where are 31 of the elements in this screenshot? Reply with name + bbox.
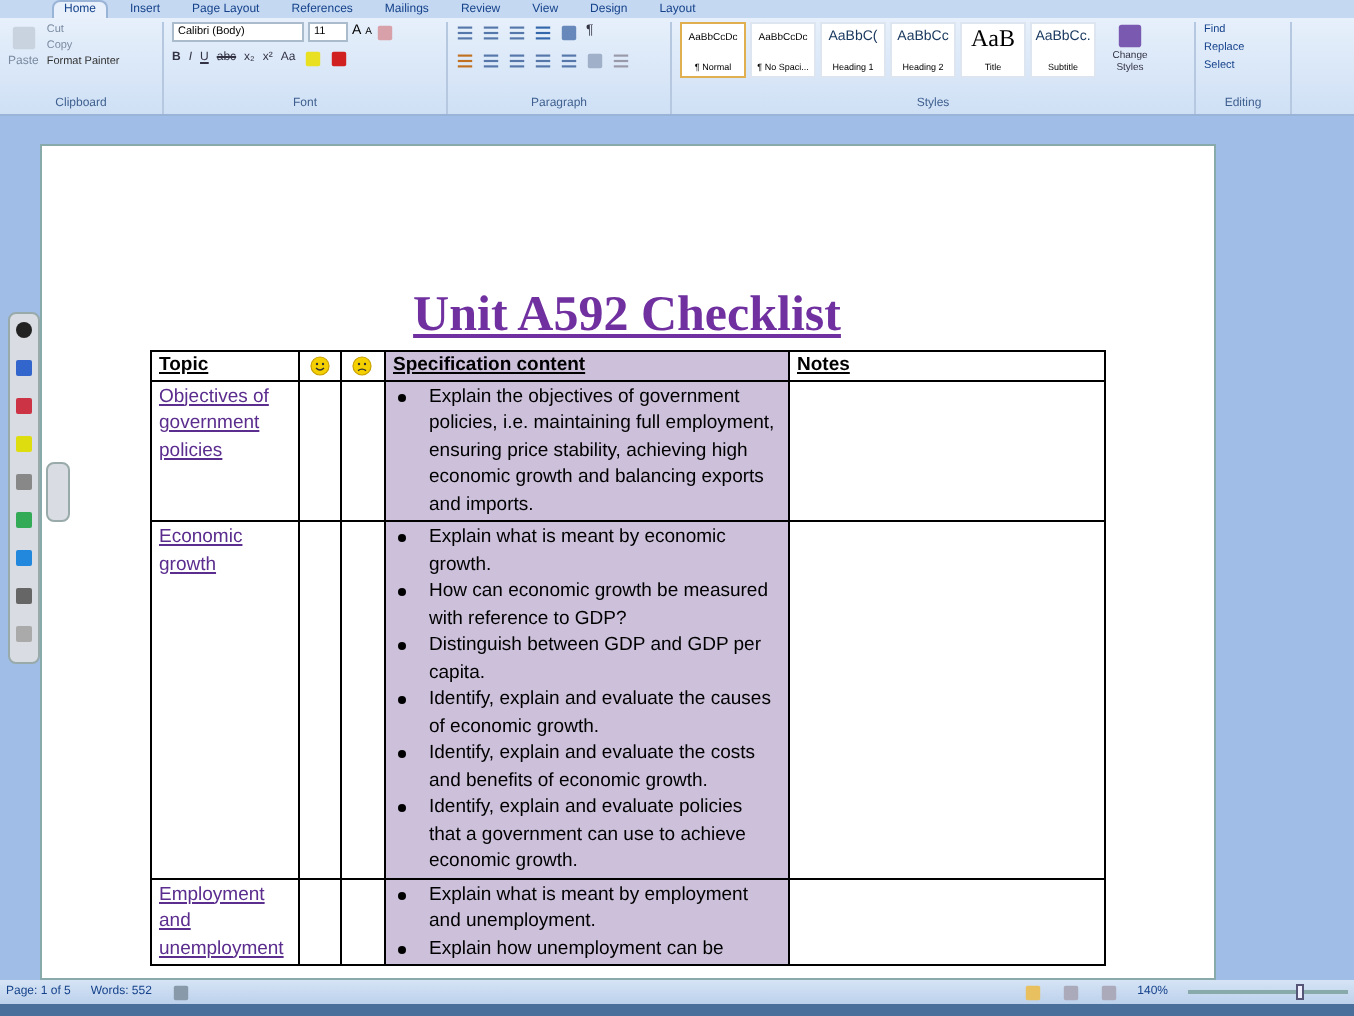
bullet-icon	[397, 945, 405, 953]
column-header: Specification content	[384, 351, 788, 380]
specification-point: Explain what is meant by employment and unemployment.	[429, 881, 750, 935]
bullet-icon	[397, 642, 405, 650]
zoom-slider-thumb[interactable]	[1296, 984, 1304, 1000]
justify-icon[interactable]	[534, 51, 552, 69]
specification-point: Explain the objectives of government policies, i.e. maintaining full employment, ensuring price stability, achieving high economic growth and balancing exports and imports.	[429, 383, 777, 518]
column-header: Notes	[788, 351, 1104, 380]
bullet-icon	[397, 750, 405, 758]
align-left-icon[interactable]	[456, 51, 474, 69]
bullet-icon	[397, 393, 405, 401]
bullet-icon	[397, 696, 405, 704]
document-title: Unit A592 Checklist	[413, 286, 841, 346]
specification-point: Identify, explain and evaluate policies that a government can use to achieve economic growth.	[429, 794, 748, 875]
align-right-icon[interactable]	[508, 51, 526, 69]
smiley-icon	[309, 355, 329, 376]
topic-link[interactable]: Economic growth	[159, 524, 289, 578]
specification-point: Identify, explain and evaluate the costs and benefits of economic growth.	[429, 740, 758, 794]
center-icon[interactable]	[482, 51, 500, 69]
sad-face-icon	[352, 355, 372, 376]
specification-point: Identify, explain and evaluate the causes of economic growth.	[429, 686, 773, 740]
column-header: Topic	[150, 351, 298, 380]
toolbar-handle[interactable]	[46, 462, 70, 522]
bullet-icon	[397, 534, 405, 542]
bullet-icon	[397, 588, 405, 596]
specification-point: Explain how unemployment can be	[429, 935, 724, 962]
bullet-icon	[397, 891, 405, 899]
specification-point: Distinguish between GDP and GDP per capita.	[429, 632, 763, 686]
bullet-icon	[397, 804, 405, 812]
specification-point: How can economic growth be measured with reference to GDP?	[429, 578, 771, 632]
specification-point: Explain what is meant by economic growth.	[429, 524, 728, 578]
